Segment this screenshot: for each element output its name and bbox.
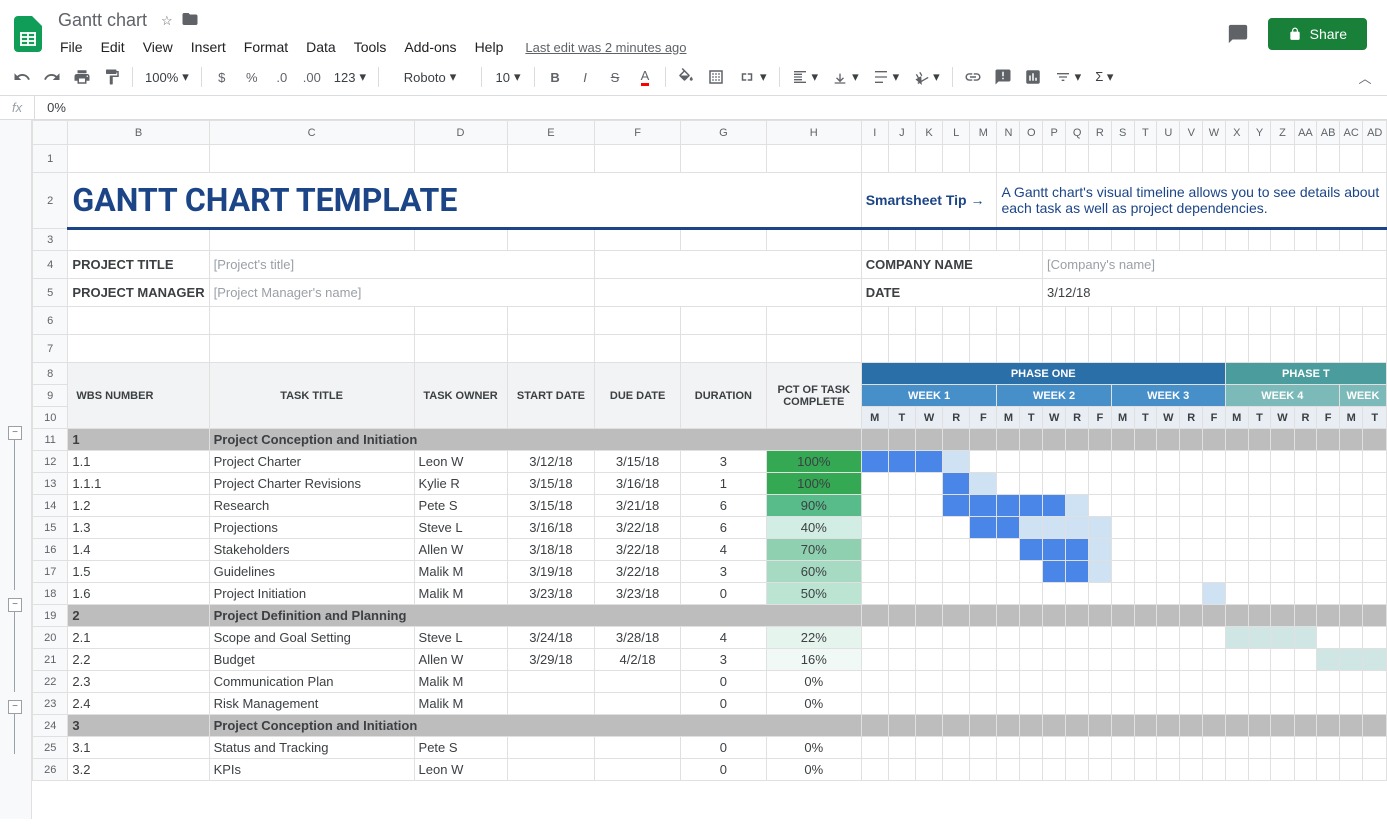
- menu-addons[interactable]: Add-ons: [396, 35, 464, 59]
- last-edit[interactable]: Last edit was 2 minutes ago: [525, 40, 686, 55]
- fx-icon: fx: [0, 96, 35, 119]
- col-header[interactable]: R: [1089, 121, 1112, 145]
- formula-input[interactable]: 0%: [35, 100, 1387, 115]
- col-header[interactable]: AD: [1363, 121, 1387, 145]
- redo-button[interactable]: [38, 63, 66, 91]
- col-header[interactable]: K: [916, 121, 943, 145]
- col-header[interactable]: U: [1157, 121, 1180, 145]
- functions-button[interactable]: Σ ▾: [1089, 63, 1119, 91]
- col-header[interactable]: AA: [1294, 121, 1317, 145]
- font-size-dropdown[interactable]: 10 ▾: [488, 63, 528, 91]
- col-header[interactable]: J: [888, 121, 915, 145]
- page-title[interactable]: GANTT CHART TEMPLATE: [68, 173, 861, 229]
- font-dropdown[interactable]: Roboto ▾: [385, 63, 475, 91]
- comments-button[interactable]: [1220, 16, 1256, 52]
- menu-file[interactable]: File: [52, 35, 91, 59]
- star-icon[interactable]: ☆: [161, 13, 173, 29]
- merge-button[interactable]: ▾: [732, 63, 773, 91]
- sheets-logo[interactable]: [8, 14, 48, 54]
- col-header[interactable]: I: [861, 121, 888, 145]
- col-header[interactable]: M: [970, 121, 997, 145]
- menu-data[interactable]: Data: [298, 35, 344, 59]
- col-header[interactable]: Q: [1066, 121, 1089, 145]
- filter-button[interactable]: ▾: [1049, 63, 1088, 91]
- valign-button[interactable]: ▾: [826, 63, 865, 91]
- share-button[interactable]: Share: [1268, 18, 1367, 50]
- wrap-button[interactable]: ▾: [867, 63, 906, 91]
- fill-color-button[interactable]: [672, 63, 700, 91]
- col-header[interactable]: O: [1020, 121, 1043, 145]
- col-header[interactable]: G: [680, 121, 766, 145]
- col-header[interactable]: S: [1111, 121, 1134, 145]
- halign-button[interactable]: ▾: [786, 63, 825, 91]
- col-header[interactable]: N: [997, 121, 1020, 145]
- comment-button[interactable]: [989, 63, 1017, 91]
- decrease-decimal-button[interactable]: .0: [268, 63, 296, 91]
- formula-bar: fx 0%: [0, 96, 1387, 120]
- menu-help[interactable]: Help: [467, 35, 512, 59]
- col-header[interactable]: Z: [1271, 121, 1294, 145]
- doc-title[interactable]: Gantt chart: [52, 8, 153, 33]
- menu-insert[interactable]: Insert: [183, 35, 234, 59]
- col-header[interactable]: P: [1043, 121, 1066, 145]
- zoom-dropdown[interactable]: 100% ▾: [139, 63, 195, 91]
- outline-toggle-1[interactable]: −: [8, 426, 22, 440]
- folder-icon[interactable]: [181, 10, 199, 31]
- col-header[interactable]: V: [1180, 121, 1203, 145]
- increase-decimal-button[interactable]: .00: [298, 63, 326, 91]
- grid[interactable]: BCDEFGHIJKLMNOPQRSTUVWXYZAAABACAD12 GANT…: [32, 120, 1387, 819]
- percent-button[interactable]: %: [238, 63, 266, 91]
- number-format-dropdown[interactable]: 123 ▾: [328, 63, 372, 91]
- outline-gutter: − − −: [0, 120, 32, 819]
- col-header[interactable]: W: [1203, 121, 1226, 145]
- col-header[interactable]: H: [766, 121, 861, 145]
- col-header[interactable]: L: [943, 121, 970, 145]
- col-header[interactable]: Y: [1248, 121, 1271, 145]
- paint-format-button[interactable]: [98, 63, 126, 91]
- italic-button[interactable]: I: [571, 63, 599, 91]
- rotate-button[interactable]: ▾: [907, 63, 946, 91]
- menu-view[interactable]: View: [135, 35, 181, 59]
- header: Gantt chart ☆ File Edit View Insert Form…: [0, 0, 1387, 59]
- col-header[interactable]: X: [1225, 121, 1248, 145]
- col-header[interactable]: D: [414, 121, 507, 145]
- bold-button[interactable]: B: [541, 63, 569, 91]
- link-button[interactable]: [959, 63, 987, 91]
- col-header[interactable]: T: [1134, 121, 1157, 145]
- outline-toggle-3[interactable]: −: [8, 700, 22, 714]
- menu-format[interactable]: Format: [236, 35, 296, 59]
- expand-toolbar-button[interactable]: ︿: [1351, 63, 1379, 91]
- menu-tools[interactable]: Tools: [346, 35, 395, 59]
- col-header[interactable]: AB: [1317, 121, 1340, 145]
- col-header[interactable]: E: [507, 121, 595, 145]
- chart-button[interactable]: [1019, 63, 1047, 91]
- col-header[interactable]: C: [209, 121, 414, 145]
- outline-toggle-2[interactable]: −: [8, 598, 22, 612]
- share-label: Share: [1310, 26, 1347, 42]
- text-color-button[interactable]: A: [631, 63, 659, 91]
- undo-button[interactable]: [8, 63, 36, 91]
- menu-edit[interactable]: Edit: [93, 35, 133, 59]
- toolbar: 100% ▾ $ % .0 .00 123 ▾ Roboto ▾ 10 ▾ B …: [0, 59, 1387, 96]
- col-header[interactable]: F: [595, 121, 681, 145]
- col-header[interactable]: AC: [1339, 121, 1363, 145]
- currency-button[interactable]: $: [208, 63, 236, 91]
- menubar: File Edit View Insert Format Data Tools …: [52, 35, 1220, 59]
- strikethrough-button[interactable]: S: [601, 63, 629, 91]
- col-header[interactable]: B: [68, 121, 209, 145]
- smartsheet-tip[interactable]: Smartsheet Tip →: [861, 173, 997, 229]
- borders-button[interactable]: [702, 63, 730, 91]
- print-button[interactable]: [68, 63, 96, 91]
